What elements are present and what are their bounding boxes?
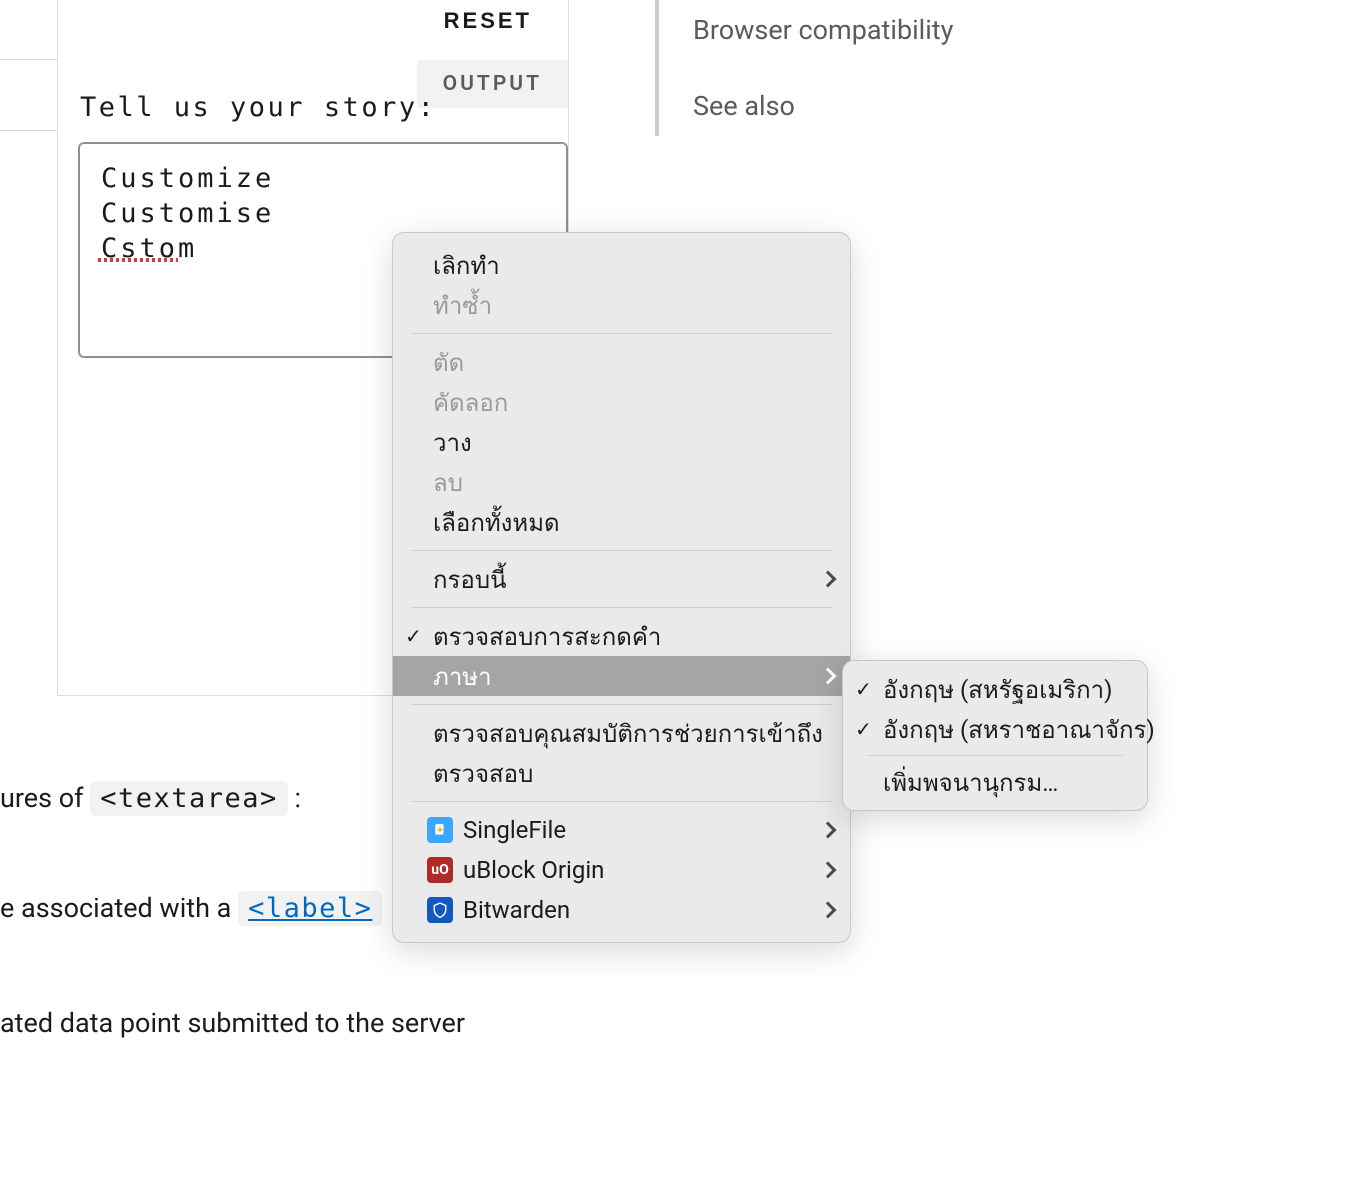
languages-submenu: ✓ อังกฤษ (สหรัฐอเมริกา) ✓ อังกฤษ (สหราชอ… bbox=[842, 660, 1148, 811]
demo-tabs: OUTPUT bbox=[417, 60, 568, 108]
bitwarden-icon bbox=[427, 897, 453, 923]
checkmark-icon: ✓ bbox=[855, 717, 872, 741]
menu-cut: ตัด bbox=[393, 342, 850, 382]
context-menu: เลิกทำ ทำซ้ำ ตัด คัดลอก วาง ลบ เลือกทั้ง… bbox=[392, 232, 851, 943]
singlefile-icon bbox=[427, 817, 453, 843]
chevron-right-icon bbox=[820, 862, 837, 879]
submenu-lang-en-us[interactable]: ✓ อังกฤษ (สหรัฐอเมริกา) bbox=[843, 669, 1147, 709]
menu-redo: ทำซ้ำ bbox=[393, 285, 850, 325]
chevron-right-icon bbox=[820, 571, 837, 588]
story-label: Tell us your story: bbox=[80, 92, 436, 123]
prose-fragment-1: ures of <textarea> : bbox=[0, 780, 301, 817]
menu-this-frame[interactable]: กรอบนี้ bbox=[393, 559, 850, 599]
tab-output[interactable]: OUTPUT bbox=[417, 60, 568, 108]
toc-link-browser-compat[interactable]: Browser compatibility bbox=[693, 14, 953, 46]
menu-ext-singlefile[interactable]: SingleFile bbox=[393, 810, 850, 850]
in-this-article-toc: Browser compatibility See also bbox=[655, 0, 953, 136]
menu-undo[interactable]: เลิกทำ bbox=[393, 245, 850, 285]
left-stub bbox=[0, 59, 57, 131]
menu-copy: คัดลอก bbox=[393, 382, 850, 422]
chevron-right-icon bbox=[820, 668, 837, 685]
toc-link-see-also[interactable]: See also bbox=[693, 90, 953, 122]
menu-separator bbox=[411, 704, 832, 705]
prose-fragment-3: ated data point submitted to the server bbox=[0, 1005, 465, 1041]
menu-languages[interactable]: ภาษา bbox=[393, 656, 850, 696]
menu-separator bbox=[867, 755, 1123, 756]
menu-ext-ublock[interactable]: uO uBlock Origin bbox=[393, 850, 850, 890]
code-textarea: <textarea> bbox=[90, 781, 288, 816]
prose-fragment-2: e associated with a <label> bbox=[0, 890, 382, 927]
submenu-add-dictionary[interactable]: เพิ่มพจนานุกรม… bbox=[843, 762, 1147, 802]
ublock-icon: uO bbox=[427, 857, 453, 883]
chevron-right-icon bbox=[820, 822, 837, 839]
menu-separator bbox=[411, 550, 832, 551]
menu-separator bbox=[411, 607, 832, 608]
checkmark-icon: ✓ bbox=[405, 624, 422, 648]
menu-check-spelling[interactable]: ✓ ตรวจสอบการสะกดคำ bbox=[393, 616, 850, 656]
submenu-lang-en-gb[interactable]: ✓ อังกฤษ (สหราชอาณาจักร) bbox=[843, 709, 1147, 749]
menu-paste[interactable]: วาง bbox=[393, 422, 850, 462]
reset-button[interactable]: RESET bbox=[426, 0, 550, 42]
checkmark-icon: ✓ bbox=[855, 677, 872, 701]
menu-inspect[interactable]: ตรวจสอบ bbox=[393, 753, 850, 793]
menu-separator bbox=[411, 333, 832, 334]
menu-select-all[interactable]: เลือกทั้งหมด bbox=[393, 502, 850, 542]
menu-delete: ลบ bbox=[393, 462, 850, 502]
chevron-right-icon bbox=[820, 902, 837, 919]
menu-check-accessibility[interactable]: ตรวจสอบคุณสมบัติการช่วยการเข้าถึง bbox=[393, 713, 850, 753]
menu-ext-bitwarden[interactable]: Bitwarden bbox=[393, 890, 850, 930]
code-label-link[interactable]: <label> bbox=[238, 891, 382, 926]
menu-separator bbox=[411, 801, 832, 802]
